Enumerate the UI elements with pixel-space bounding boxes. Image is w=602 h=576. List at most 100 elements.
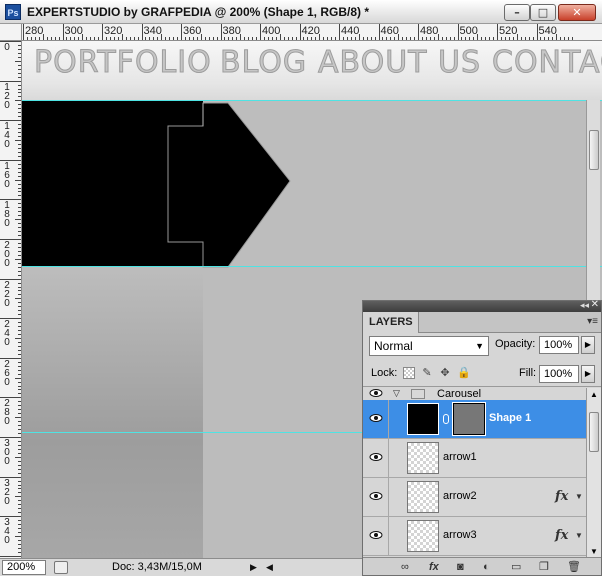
maximize-button[interactable]: □ [530,4,556,21]
layer-row[interactable]: Shape 1 [363,400,587,439]
zoom-field[interactable]: 200% [2,560,46,575]
lock-brush-icon[interactable]: ✎ [421,367,433,379]
ruler-minor-tick [461,37,463,40]
ruler-minor-tick [18,409,21,411]
layer-row[interactable]: arrow2 fx ▼ [363,478,587,517]
scrollbar-thumb[interactable] [589,412,599,452]
ruler-left[interactable]: 012014016018020022024026028030032034036 [0,41,22,558]
ruler-minor-tick [18,92,21,94]
layer-name[interactable]: Shape 1 [489,412,531,424]
ruler-top[interactable]: 280 300 320 340 360 380 400 420 440 460 480 500 520 5… [22,24,602,41]
tab-layers[interactable]: LAYERS [363,312,419,333]
ruler-minor-tick [572,37,574,40]
eye-icon[interactable] [369,388,383,398]
ruler-label: 320 [104,25,123,37]
panel-close-icon[interactable]: ✕ [591,299,599,310]
adjustment-layer-icon[interactable]: ◐ [483,561,490,573]
ruler-minor-tick [18,254,21,256]
new-layer-icon[interactable]: ❐ [539,561,549,573]
ruler-label: 160 [2,161,12,189]
ruler-digit: 0 [4,416,10,428]
lock-all-icon[interactable]: 🔒 [457,367,471,379]
opacity-slider-button[interactable]: ▶ [581,336,595,354]
ruler-digit: 0 [4,337,10,349]
layer-name[interactable]: arrow3 [443,529,477,541]
ruler-minor-tick [18,88,21,90]
ruler-minor-tick [18,215,21,217]
ruler-minor-tick [192,37,194,40]
minimize-button[interactable]: – [504,4,530,21]
ruler-minor-tick [508,37,510,40]
ruler-minor-tick [18,104,21,106]
expand-triangle-icon[interactable]: ▽ [393,388,400,399]
ruler-tick [141,24,143,40]
ruler-minor-tick [291,37,293,40]
eye-icon[interactable] [369,530,383,540]
panel-header-bar[interactable]: ◂◂ ✕ [363,299,601,312]
ruler-label: 180 [2,201,12,229]
layers-scrollbar[interactable]: ▲ ▼ [586,388,601,558]
eye-icon[interactable] [369,413,383,423]
layer-list: ▽ Carousel Shape 1 arrow1 arrow2 fx ▼ ar… [363,388,587,558]
scroll-down-icon[interactable]: ▼ [590,547,598,556]
ruler-tick [0,199,21,201]
layer-name[interactable]: arrow2 [443,490,477,502]
ruler-label: 380 [222,25,241,37]
eye-icon[interactable] [369,452,383,462]
chevron-down-icon[interactable]: ▼ [575,531,583,540]
collapse-icon[interactable]: ◂◂ [580,300,589,311]
ruler-minor-tick [18,72,21,74]
blend-mode-select[interactable]: Normal ▼ [369,336,489,356]
guide-line[interactable] [22,100,602,101]
opacity-input[interactable]: 100% [539,336,579,354]
folder-icon [411,389,425,399]
ruler-digit: 0 [4,99,10,111]
new-group-icon[interactable]: ▭ [511,561,521,573]
canvas-scrollbar[interactable] [586,100,600,300]
scrollbar-thumb[interactable] [589,130,599,170]
fill-slider-button[interactable]: ▶ [581,365,595,383]
lock-transparent-icon[interactable] [403,367,415,379]
layer-name[interactable]: arrow1 [443,451,477,463]
ruler-minor-tick [18,310,21,312]
scroll-up-icon[interactable]: ▲ [590,390,598,399]
ruler-minor-tick [500,37,502,40]
ruler-digit: 0 [4,535,10,547]
add-mask-icon[interactable]: ◙ [457,561,464,573]
panel-menu-icon[interactable]: ▾≡ [587,316,598,327]
fill-input[interactable]: 100% [539,365,579,383]
ruler-digit: 0 [4,495,10,507]
ruler-minor-tick [18,124,21,126]
eye-icon[interactable] [369,491,383,501]
guide-line[interactable] [22,266,602,267]
blend-mode-value: Normal [374,339,413,353]
scroll-left-arrow-icon[interactable]: ◀ [266,562,273,573]
layer-effects-icon[interactable]: fx [555,528,568,543]
ruler-tick [102,24,103,40]
add-style-icon[interactable]: fx [429,561,439,573]
link-icon[interactable] [443,414,449,424]
layer-row[interactable]: arrow1 [363,439,587,478]
layer-row[interactable]: arrow3 fx ▼ [363,517,587,556]
ruler-minor-tick [78,37,80,40]
ruler-minor-tick [564,37,566,40]
doc-size[interactable]: Doc: 3,43M/15,0M [112,561,202,573]
ruler-minor-tick [410,37,412,40]
layer-effects-icon[interactable]: fx [555,489,568,504]
close-button[interactable]: ✕ [558,4,596,21]
status-menu-arrow-icon[interactable]: ▶ [250,562,257,573]
ruler-minor-tick [18,163,21,165]
zoom-preset-icon[interactable] [54,561,68,574]
ruler-minor-tick [70,37,72,40]
ruler-minor-tick [34,37,36,40]
delete-layer-icon[interactable]: 🗑 [567,561,581,573]
ruler-label: 300 [64,25,83,37]
lock-move-icon[interactable]: ✥ [439,367,451,379]
link-layers-icon[interactable]: ∞ [401,561,409,573]
ruler-label: 200 [2,241,12,269]
ruler-corner[interactable] [0,24,22,41]
ruler-minor-tick [18,421,21,423]
ruler-minor-tick [18,227,21,229]
chevron-down-icon[interactable]: ▼ [575,492,583,501]
ruler-minor-tick [232,37,234,40]
